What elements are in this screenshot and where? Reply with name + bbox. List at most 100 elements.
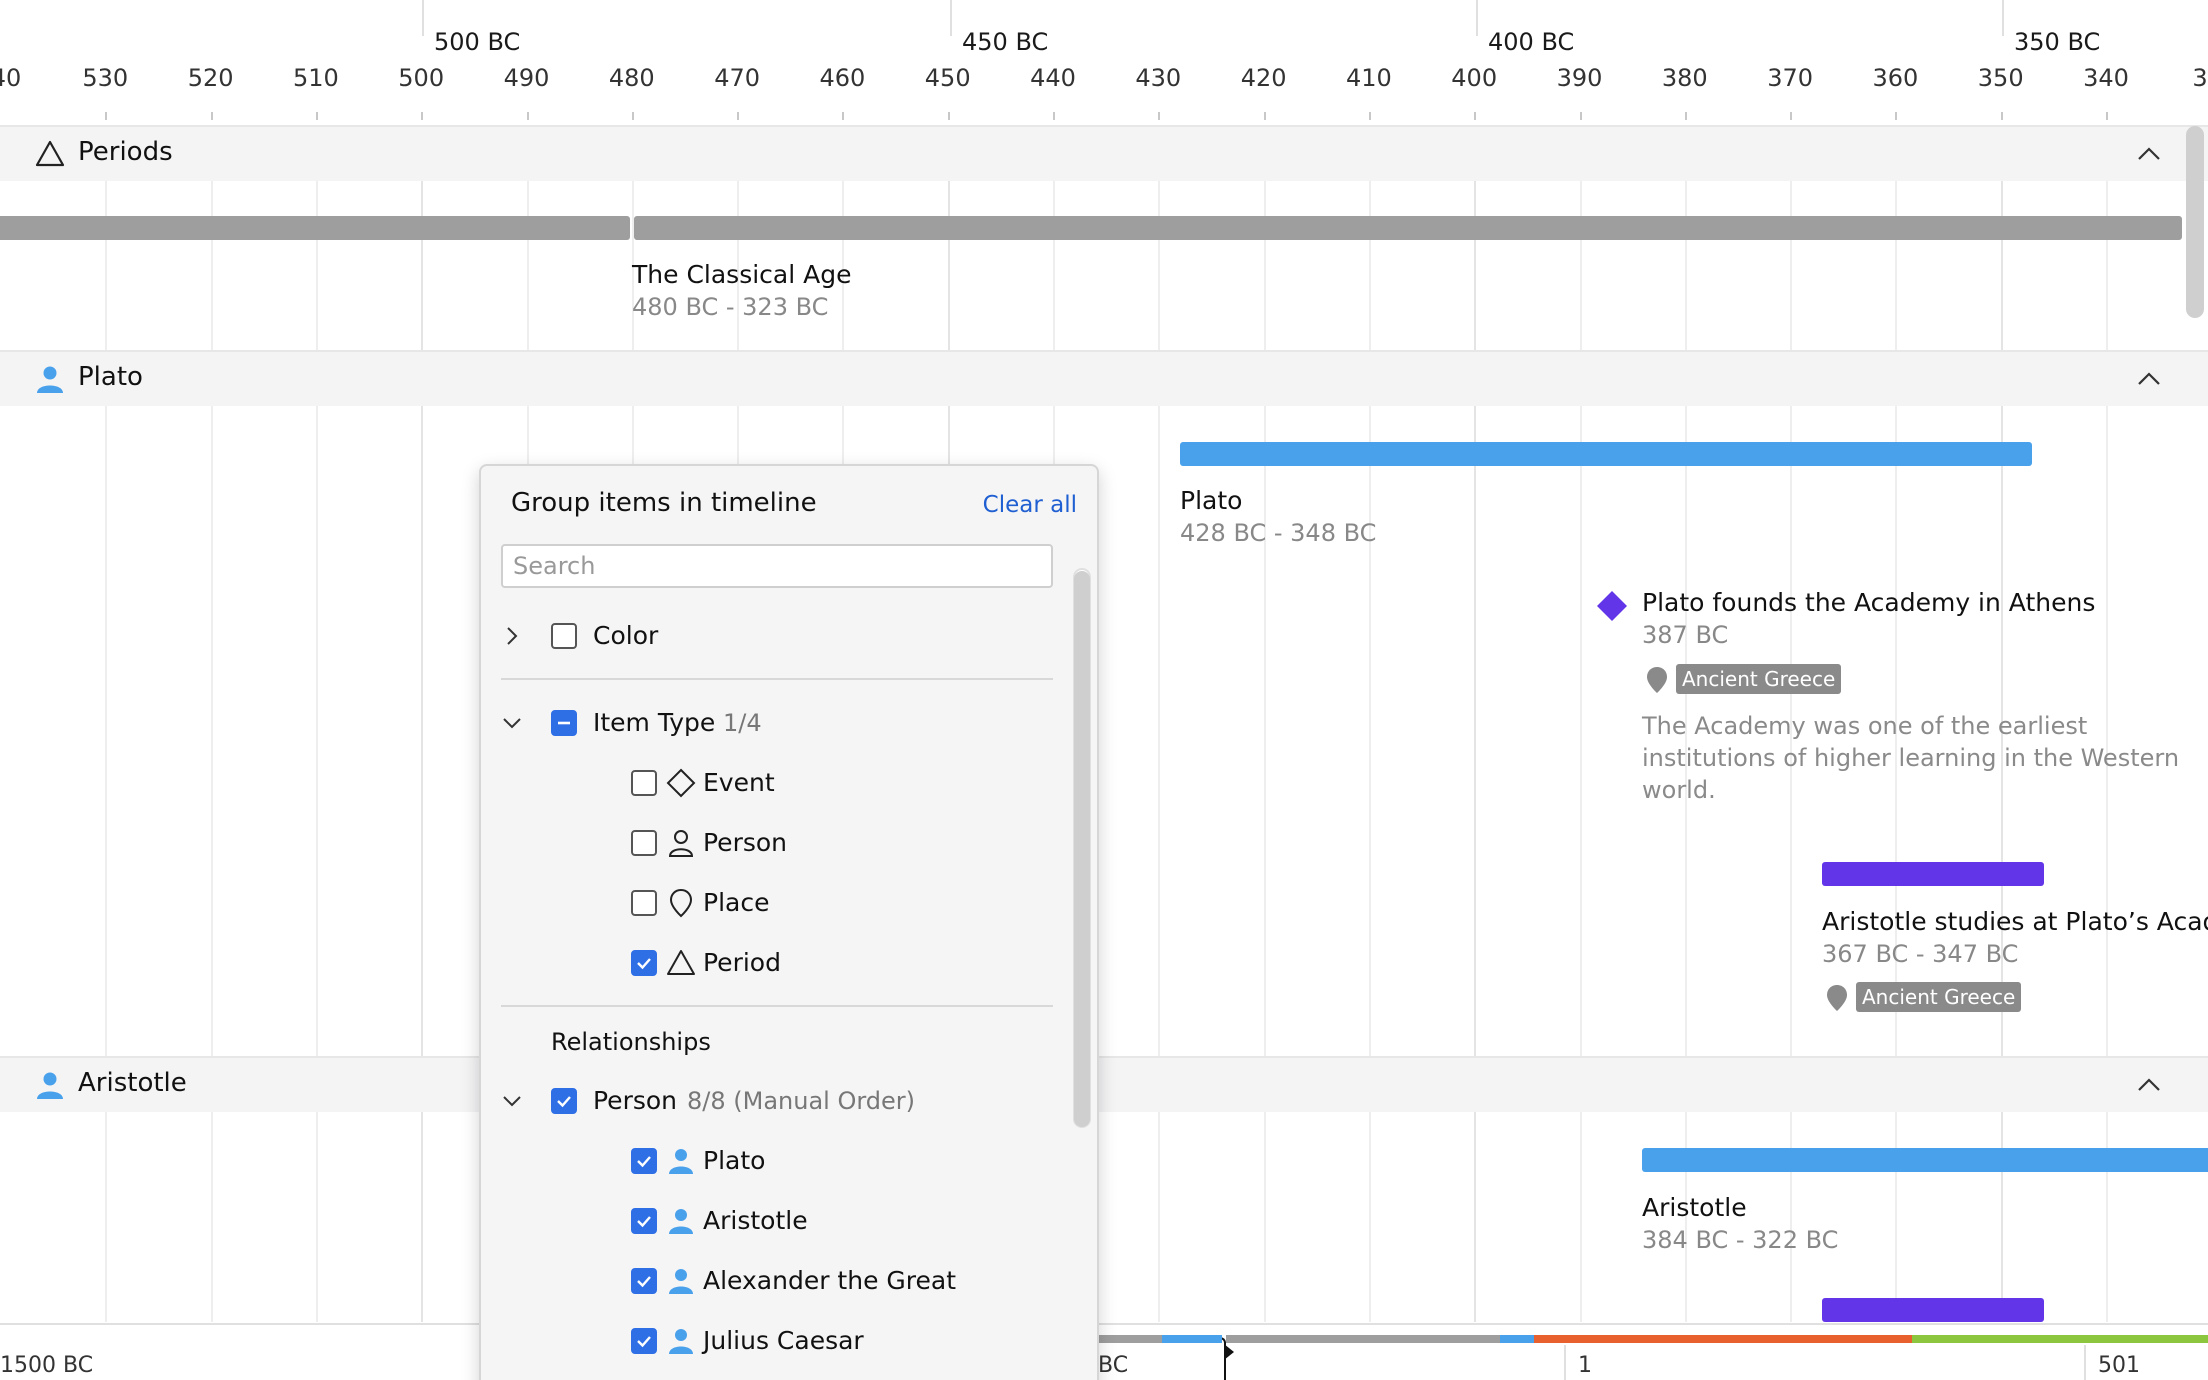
alexander-checkbox[interactable] (631, 1268, 657, 1294)
option-label: Period (703, 948, 781, 977)
overview-tick (2084, 1345, 2086, 1380)
vertical-scrollbar[interactable] (2186, 126, 2204, 318)
person-option-aristotle[interactable]: Aristotle (481, 1201, 1071, 1241)
minor-axis-label: 370 (1767, 64, 1813, 92)
plato-checkbox[interactable] (631, 1148, 657, 1174)
overview-axis[interactable]: 1500 BC BC 1 501 (0, 1323, 2208, 1380)
item-date: 367 BC - 347 BC (1822, 940, 2019, 968)
option-label: Aristotle (703, 1206, 808, 1235)
color-checkbox[interactable] (551, 623, 577, 649)
minor-tick (316, 112, 318, 120)
event-diamond-icon[interactable] (1596, 590, 1628, 622)
event-bar-aristotle-studies[interactable] (1822, 862, 2044, 886)
time-axis[interactable]: 500 BC 450 BC 400 BC 350 BC 40 530 520 510 5… (0, 0, 2208, 127)
divider (501, 1005, 1053, 1007)
julius-caesar-checkbox[interactable] (631, 1328, 657, 1354)
minor-axis-label: 360 (1872, 64, 1919, 92)
period-bar[interactable] (0, 216, 630, 240)
aristotle-checkbox[interactable] (631, 1208, 657, 1234)
place-tag[interactable]: Ancient Greece (1676, 664, 1842, 694)
item-title[interactable]: Plato founds the Academy in Athens (1642, 588, 2095, 617)
item-title[interactable]: The Classical Age (632, 260, 851, 289)
minor-axis-label: 380 (1661, 64, 1708, 92)
type-option-place[interactable]: Place (481, 883, 1071, 923)
item-title[interactable]: Plato (1180, 486, 1242, 515)
checkmark-icon (637, 1336, 651, 1348)
minor-axis-label: 340 (2083, 64, 2129, 92)
minor-axis-label: 440 (1030, 64, 1076, 92)
chevron-up-icon[interactable] (2133, 141, 2165, 167)
major-tick (422, 0, 424, 36)
item-title[interactable]: Aristotle (1642, 1193, 1747, 1222)
minor-tick (527, 112, 529, 120)
minor-tick (1474, 112, 1476, 120)
item-type-checkbox[interactable] (551, 710, 577, 736)
minor-axis-label: 450 (924, 64, 971, 92)
minor-axis-label: 500 (398, 64, 445, 92)
person-icon (669, 1209, 693, 1234)
person-option-julius-caesar[interactable]: Julius Caesar (481, 1321, 1071, 1361)
period-checkbox[interactable] (631, 950, 657, 976)
checkmark-icon (637, 1156, 651, 1168)
panel-title: Group items in timeline (511, 488, 817, 518)
person-icon (37, 366, 63, 393)
person-icon (669, 1269, 693, 1294)
minor-tick (632, 112, 634, 120)
group-option-color[interactable]: Color (481, 616, 1071, 656)
gridline (1158, 125, 1160, 1322)
timeline-view[interactable]: 500 BC 450 BC 400 BC 350 BC 40 530 520 510 5… (0, 0, 2208, 1380)
person-outline-icon (668, 830, 694, 857)
option-count: 8/8 (Manual Order) (687, 1087, 916, 1115)
gridline (316, 125, 318, 1322)
person-bar-plato[interactable] (1180, 442, 2032, 466)
group-header-aristotle[interactable]: Aristotle (0, 1056, 2208, 1112)
person-group-checkbox[interactable] (551, 1088, 577, 1114)
person-option-alexander[interactable]: Alexander the Great (481, 1261, 1071, 1301)
period-bar-classical-age[interactable] (634, 216, 2182, 240)
group-option-person[interactable]: Person 8/8 (Manual Order) (481, 1081, 1071, 1121)
group-header-periods[interactable]: Periods (0, 125, 2208, 181)
option-label: Color (593, 621, 659, 650)
group-items-panel[interactable]: Group items in timeline Clear all Color … (479, 464, 1099, 1380)
person-icon (37, 1072, 63, 1099)
person-bar-aristotle[interactable] (1642, 1148, 2208, 1172)
chevron-right-icon[interactable] (501, 625, 523, 647)
person-option-plato[interactable]: Plato (481, 1141, 1071, 1181)
item-title[interactable]: Aristotle studies at Plato’s Acade (1822, 907, 2208, 936)
divider (501, 678, 1053, 680)
person-checkbox[interactable] (631, 830, 657, 856)
search-input[interactable] (501, 544, 1053, 588)
minor-tick (737, 112, 739, 120)
pin-outline-icon (669, 888, 693, 918)
chevron-up-icon[interactable] (2133, 366, 2165, 392)
minor-tick (2001, 112, 2003, 120)
type-option-event[interactable]: Event (481, 763, 1071, 803)
option-label: Item Type (593, 708, 716, 737)
gridline (1580, 125, 1582, 1322)
relationships-heading: Relationships (551, 1028, 711, 1056)
major-axis-label: 400 BC (1488, 28, 1575, 56)
overview-handle-icon[interactable] (1222, 1343, 1236, 1361)
panel-scrollbar-thumb[interactable] (1074, 571, 1090, 1127)
overview-label: 1500 BC (0, 1353, 94, 1378)
overview-viewport-window[interactable] (1096, 1337, 1226, 1380)
group-option-item-type[interactable]: Item Type 1/4 (481, 703, 1071, 743)
overview-person-segment (1500, 1335, 1534, 1343)
minus-icon (558, 721, 570, 725)
chevron-down-icon[interactable] (501, 1090, 523, 1112)
type-option-person[interactable]: Person (481, 823, 1071, 863)
minor-tick (1790, 112, 1792, 120)
minor-tick (1158, 112, 1160, 120)
clear-all-link[interactable]: Clear all (983, 492, 1077, 518)
place-checkbox[interactable] (631, 890, 657, 916)
group-header-plato[interactable]: Plato (0, 350, 2208, 406)
gridline (1369, 125, 1371, 1322)
type-option-period[interactable]: Period (481, 943, 1071, 983)
event-bar[interactable] (1822, 1298, 2044, 1322)
place-tag[interactable]: Ancient Greece (1856, 982, 2022, 1012)
item-date: 387 BC (1642, 621, 1729, 649)
chevron-up-icon[interactable] (2133, 1072, 2165, 1098)
event-checkbox[interactable] (631, 770, 657, 796)
chevron-down-icon[interactable] (501, 712, 523, 734)
overview-label: 501 (2098, 1353, 2140, 1378)
